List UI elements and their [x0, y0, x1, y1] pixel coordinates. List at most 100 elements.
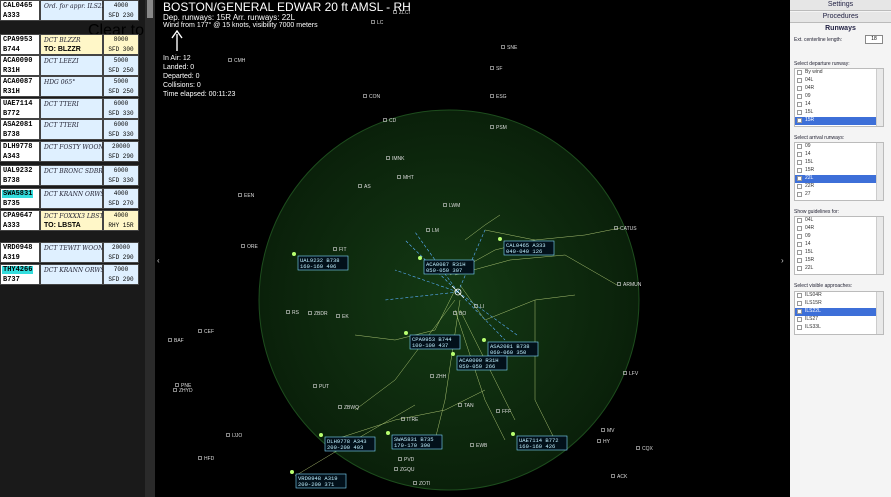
list-item[interactable]: 09: [795, 143, 883, 151]
radar-svg[interactable]: ZLCILCCMHSNESFCON ESGCDPSMIMNKMHTASEENLWM…: [155, 0, 784, 497]
list-scrollbar[interactable]: [876, 292, 883, 334]
checkbox[interactable]: [797, 192, 802, 197]
list-item[interactable]: 04R: [795, 85, 883, 93]
checkbox[interactable]: [797, 266, 802, 271]
strip-scroll-thumb[interactable]: [147, 0, 153, 18]
strip-route-box[interactable]: DCT KRANN ORWS: [40, 264, 105, 285]
strip-route-box[interactable]: DCT LEEZI: [40, 55, 103, 76]
checkbox[interactable]: [797, 293, 802, 298]
checkbox[interactable]: [797, 325, 802, 330]
strip-route-box[interactable]: HDG 065°: [40, 76, 103, 97]
checkbox[interactable]: [797, 258, 802, 263]
strip-scrollbar[interactable]: [145, 0, 155, 497]
strip-alt-box[interactable]: 6000 SFD 330: [103, 98, 139, 119]
aircraft-target[interactable]: VRD0948 A319200-200 371: [290, 470, 347, 489]
list-item[interactable]: 15L: [795, 249, 883, 257]
aircraft-symbol-icon[interactable]: [386, 431, 390, 435]
tab-settings[interactable]: Settings: [790, 0, 891, 11]
strip-callsign-box[interactable]: DLH9778 A343: [0, 141, 40, 162]
flight-strip[interactable]: UAL9232 B738 DCT BRONC SDBR 6000 SFD 330: [0, 165, 145, 186]
list-item[interactable]: 22R: [795, 183, 883, 191]
list-item[interactable]: 15L: [795, 159, 883, 167]
strip-callsign-box[interactable]: THY4266 B737: [0, 264, 40, 285]
checkbox[interactable]: [797, 78, 802, 83]
list-scrollbar[interactable]: [876, 217, 883, 274]
list-item[interactable]: 22L: [795, 265, 883, 273]
strip-callsign-box[interactable]: ACA0087 R31H: [0, 76, 40, 97]
checkbox[interactable]: [797, 317, 802, 322]
strip-callsign-box[interactable]: SWA5831 B735: [0, 188, 40, 209]
arr-runway-list[interactable]: 09 14 15L 15R ✓ 22L 22R 27: [794, 142, 884, 201]
checkbox[interactable]: [797, 226, 802, 231]
aircraft-symbol-icon[interactable]: [482, 338, 486, 342]
checkbox[interactable]: [797, 152, 802, 157]
list-item[interactable]: 04R: [795, 225, 883, 233]
strip-alt-box[interactable]: 20000 SFD 290: [103, 141, 139, 162]
list-item[interactable]: ✓ 15R: [795, 117, 883, 125]
strip-alt-box[interactable]: 5000 SFD 250: [103, 76, 139, 97]
flight-strip[interactable]: VRD0948 A319 DCT TEWIT WOONSI 20000 SFD 290: [0, 242, 145, 263]
strip-route-box[interactable]: DCT BRONC SDBR: [40, 165, 103, 186]
ext-centerline-input[interactable]: 18: [865, 35, 883, 44]
strip-alt-box[interactable]: 5000 SFD 250: [103, 55, 139, 76]
strip-callsign-box[interactable]: VRD0948 A319: [0, 242, 40, 263]
checkbox[interactable]: [797, 110, 802, 115]
strip-alt-box[interactable]: 8000 SFD 300: [103, 34, 139, 55]
list-item[interactable]: 14: [795, 101, 883, 109]
strip-alt-box[interactable]: 20000 SFD 290: [103, 242, 139, 263]
list-scrollbar[interactable]: [876, 143, 883, 200]
list-item[interactable]: ILS33L: [795, 324, 883, 332]
flight-strip[interactable]: CPA9647 A333 DCT FOXXX3 LBSTA TO: LBSTA 4000…: [0, 210, 145, 231]
strip-alt-box[interactable]: 4000 RHY 15R: [103, 210, 139, 231]
strip-callsign-box[interactable]: ASA2081 B738: [0, 119, 40, 140]
tab-procedures[interactable]: Procedures: [790, 12, 891, 23]
checkbox[interactable]: [797, 94, 802, 99]
aircraft-symbol-icon[interactable]: [451, 352, 455, 356]
strip-route-box[interactable]: DCT TEWIT WOONSI: [40, 242, 110, 263]
flight-strip[interactable]: THY4266 B737 DCT KRANN ORWS 7000 SFD 290: [0, 264, 145, 285]
strip-callsign-box[interactable]: ACA0090 R31H: [0, 55, 40, 76]
list-item[interactable]: ✓ 22L: [795, 175, 883, 183]
strip-callsign-box[interactable]: CAL0465 A333: [0, 0, 40, 21]
list-item[interactable]: ILS27: [795, 316, 883, 324]
aircraft-symbol-icon[interactable]: [290, 470, 294, 474]
guidelines-list[interactable]: 04L 04R 09 14 15L 15R 22L: [794, 216, 884, 275]
list-item[interactable]: ✓ ILS22L: [795, 308, 883, 316]
strip-callsign-box[interactable]: CPA9647 A333: [0, 210, 40, 231]
checkbox[interactable]: [797, 250, 802, 255]
list-item[interactable]: 09: [795, 93, 883, 101]
strip-route-box[interactable]: DCT FOXXX3 LBSTA TO: LBSTA: [40, 210, 107, 231]
collapse-left-icon[interactable]: ‹: [157, 256, 160, 265]
aircraft-symbol-icon[interactable]: [319, 433, 323, 437]
checkbox[interactable]: [797, 184, 802, 189]
list-item[interactable]: 14: [795, 241, 883, 249]
checkbox[interactable]: [797, 168, 802, 173]
aircraft-symbol-icon[interactable]: [498, 237, 502, 241]
list-item[interactable]: 15R: [795, 167, 883, 175]
list-item[interactable]: 04L: [795, 77, 883, 85]
strip-alt-box[interactable]: 4000 SFD 230: [103, 0, 139, 21]
aircraft-symbol-icon[interactable]: [511, 432, 515, 436]
strip-callsign-box[interactable]: UAE7114 B772: [0, 98, 40, 119]
checkbox[interactable]: ✓: [797, 118, 802, 123]
radar-scope[interactable]: ZLCI LC CMH SNE SF CON ESG CD PSM IMNK MHT AS EEN LWM…: [155, 0, 784, 497]
flight-strip[interactable]: CAL0465 A333 Ord. for appr. ILS22L 4000 SFD …: [0, 0, 145, 21]
checkbox[interactable]: [797, 160, 802, 165]
list-item[interactable]: 04L: [795, 217, 883, 225]
strip-route-box[interactable]: DCT FOSTY WOONSI: [40, 141, 110, 162]
flight-strip[interactable]: UAE7114 B772 DCT TTERI 6000 SFD 330: [0, 98, 145, 119]
strip-route-box[interactable]: Ord. for appr. ILS22L: [40, 0, 109, 21]
flight-strip[interactable]: CPA9953 B744 DCT BLZZR TO: BLZZR 8000 SFD 300: [0, 34, 145, 55]
strip-alt-box[interactable]: 6000 SFD 330: [103, 119, 139, 140]
strip-route-box[interactable]: DCT BLZZR TO: BLZZR: [40, 34, 103, 55]
list-item[interactable]: 27: [795, 191, 883, 199]
approaches-list[interactable]: ILS04R ILS15R ✓ ILS22L ILS27 ILS33L: [794, 291, 884, 335]
flight-strip[interactable]: DLH9778 A343 DCT FOSTY WOONSI 20000 SFD 290: [0, 141, 145, 162]
list-item[interactable]: 15L: [795, 109, 883, 117]
checkbox[interactable]: [797, 102, 802, 107]
checkbox[interactable]: [797, 242, 802, 247]
strip-route-box[interactable]: DCT TTERI: [40, 98, 103, 119]
aircraft-symbol-icon[interactable]: [404, 331, 408, 335]
flight-strip[interactable]: SWA5831 B735 DCT KRANN ORWS 4000 SFD 270: [0, 188, 145, 209]
flight-strip[interactable]: ACA0090 R31H DCT LEEZI 5000 SFD 250: [0, 55, 145, 76]
